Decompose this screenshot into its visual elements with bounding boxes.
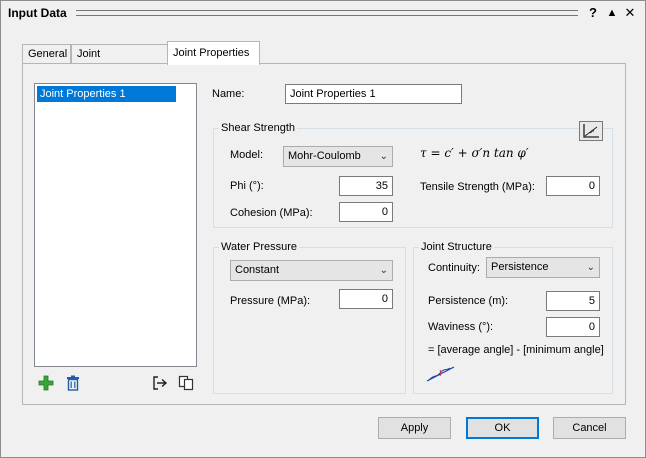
- tensile-strength-label: Tensile Strength (MPa):: [420, 181, 535, 193]
- import-icon[interactable]: [151, 374, 169, 392]
- model-label: Model:: [230, 149, 264, 161]
- chevron-down-icon: ⌄: [379, 265, 388, 276]
- pressure-label: Pressure (MPa):: [230, 295, 311, 307]
- continuity-value: Persistence: [491, 261, 549, 273]
- tab-joint-orientations[interactable]: Joint Orientations: [71, 44, 168, 78]
- chevron-down-icon: ⌄: [379, 151, 388, 162]
- close-button[interactable]: ✕: [622, 4, 638, 22]
- name-label: Name:: [212, 88, 245, 100]
- waviness-label: Waviness (°):: [428, 321, 494, 333]
- cohesion-label: Cohesion (MPa):: [230, 207, 313, 219]
- chevron-down-icon: ⌄: [586, 262, 595, 273]
- collapse-button[interactable]: ▲: [604, 4, 620, 22]
- tensile-strength-input[interactable]: 0: [546, 176, 600, 196]
- shear-strength-title: Shear Strength: [219, 122, 297, 134]
- strength-plot-icon[interactable]: [579, 121, 603, 141]
- apply-button[interactable]: Apply: [378, 417, 451, 439]
- pressure-input[interactable]: 0: [339, 289, 393, 309]
- cancel-button[interactable]: Cancel: [553, 417, 626, 439]
- joint-structure-title: Joint Structure: [419, 241, 494, 253]
- tab-general[interactable]: General: [22, 44, 71, 64]
- water-pressure-type-select[interactable]: Constant ⌄: [230, 260, 393, 281]
- list-item[interactable]: Joint Properties 1: [37, 86, 176, 102]
- delete-icon[interactable]: [64, 374, 82, 392]
- water-pressure-title: Water Pressure: [219, 241, 300, 253]
- tab-joint-properties[interactable]: Joint Properties: [167, 41, 260, 65]
- phi-label: Phi (°):: [230, 180, 264, 192]
- joint-properties-list[interactable]: [34, 83, 197, 367]
- help-button[interactable]: ?: [585, 4, 601, 22]
- copy-icon[interactable]: [177, 374, 195, 392]
- continuity-label: Continuity:: [428, 262, 480, 274]
- cohesion-input[interactable]: 0: [339, 202, 393, 222]
- persistence-label: Persistence (m):: [428, 295, 509, 307]
- mohr-coulomb-formula: τ = c′ + σ′n tan φ′: [420, 146, 529, 160]
- input-data-dialog: Input Data ? ▲ ✕ General Joint Orientati…: [0, 0, 646, 458]
- window-title: Input Data: [8, 6, 67, 20]
- model-select-value: Mohr-Coulomb: [288, 150, 361, 162]
- add-icon[interactable]: [37, 374, 55, 392]
- title-bar[interactable]: Input Data ? ▲ ✕: [1, 1, 645, 25]
- formula-text: τ = c′ + σ′n tan φ′: [420, 146, 529, 160]
- persistence-input[interactable]: 5: [546, 291, 600, 311]
- name-input[interactable]: Joint Properties 1: [285, 84, 462, 104]
- title-bar-grip: [76, 10, 578, 16]
- waviness-input[interactable]: 0: [546, 317, 600, 337]
- ok-button[interactable]: OK: [466, 417, 539, 439]
- phi-input[interactable]: 35: [339, 176, 393, 196]
- waviness-diagram-icon: [426, 361, 458, 383]
- waviness-note: = [average angle] - [minimum angle]: [428, 344, 604, 356]
- continuity-select[interactable]: Persistence ⌄: [486, 257, 600, 278]
- model-select[interactable]: Mohr-Coulomb ⌄: [283, 146, 393, 167]
- water-pressure-type-value: Constant: [235, 264, 280, 276]
